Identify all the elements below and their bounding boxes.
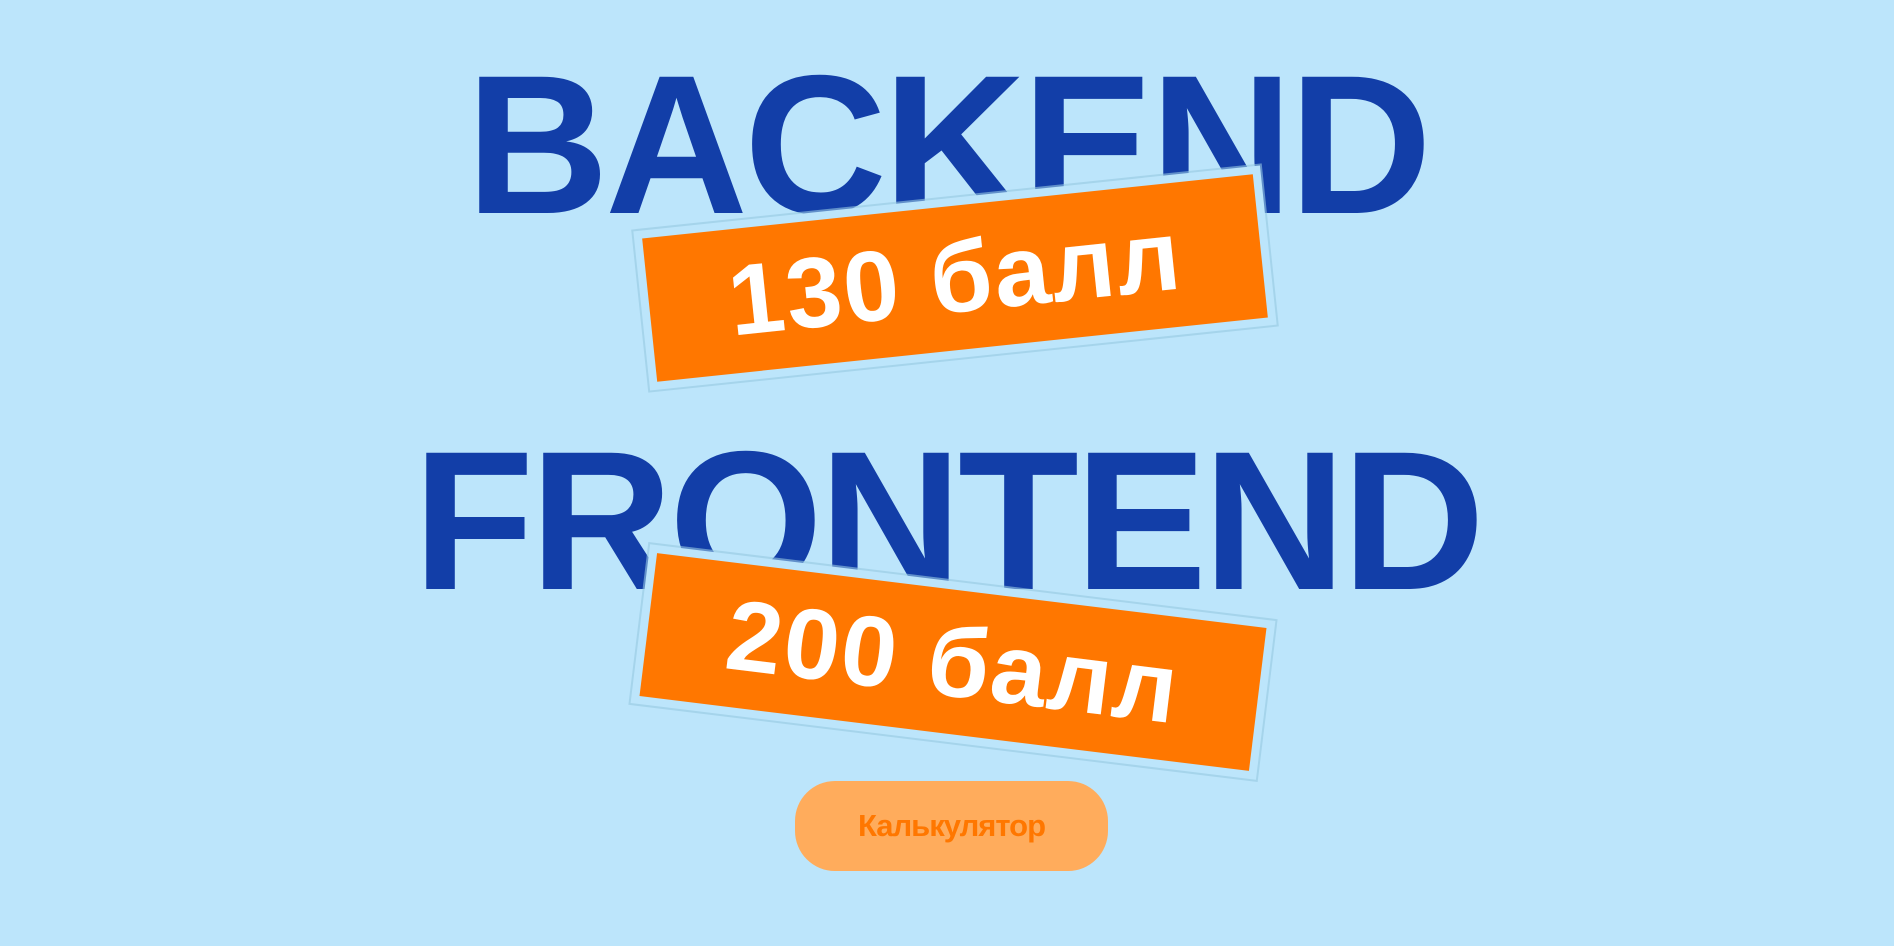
backend-score-label: 130 балл xyxy=(722,198,1188,358)
calculator-button[interactable]: Калькулятор xyxy=(795,781,1108,871)
